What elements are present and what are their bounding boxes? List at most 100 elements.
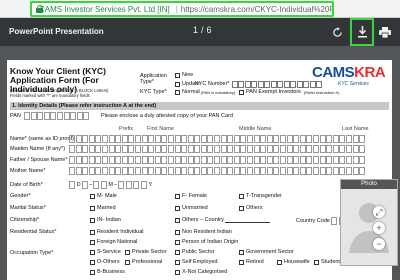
residential-label: Residential Status* bbox=[10, 229, 57, 235]
name-label: Name* (same as ID proof) bbox=[10, 136, 74, 142]
zoom-in-button[interactable]: + bbox=[373, 222, 385, 234]
res-nri[interactable]: Non Resident Indian bbox=[175, 229, 232, 235]
unmarried-label: Unmarried bbox=[182, 205, 208, 211]
site-identity[interactable]: CAMS Investor Services Pvt. Ltd [IN] bbox=[39, 5, 170, 14]
marital-unmarried[interactable]: Unmarried bbox=[175, 205, 208, 211]
occ-private[interactable]: Private Sector bbox=[125, 249, 167, 255]
res-indian[interactable]: Resident Individual bbox=[90, 229, 143, 235]
rotate-icon bbox=[332, 26, 342, 37]
occ-self[interactable]: Self Employed bbox=[175, 259, 217, 265]
occ-service[interactable]: S-Service bbox=[90, 249, 121, 255]
occ-private-label: Private Sector bbox=[132, 249, 167, 255]
occ-professional[interactable]: Professional bbox=[125, 259, 162, 265]
download-icon bbox=[357, 26, 367, 38]
photo-box: Photo bbox=[340, 179, 398, 266]
occupation-label: Occupation Type* bbox=[10, 250, 54, 256]
dob-day-sep: D bbox=[76, 182, 81, 188]
occ-retired[interactable]: Retired bbox=[239, 259, 264, 265]
checkbox[interactable] bbox=[175, 89, 180, 95]
pan-note: Please enclose a duly attested copy of y… bbox=[101, 113, 233, 119]
gender-male[interactable]: M- Male bbox=[90, 193, 117, 199]
current-page[interactable]: 1 bbox=[193, 25, 198, 35]
zoom-out-icon: − bbox=[376, 239, 382, 249]
url-field[interactable]: CAMS Investor Services Pvt. Ltd [IN] | h… bbox=[30, 1, 334, 17]
app-new-label: New bbox=[182, 72, 194, 78]
occ-public-label: Public Sector bbox=[182, 249, 215, 255]
kyc-pan-exempt-note: (Refer instruction K) bbox=[303, 89, 340, 95]
pdf-page: Know Your Client (KYC) Application Form … bbox=[7, 60, 392, 280]
app-new-option[interactable]: New bbox=[175, 72, 193, 78]
occ-retired-label: Retired bbox=[246, 259, 264, 265]
form-note2: Fields marked with "*" are mandatory fie… bbox=[10, 93, 90, 98]
logo-subtitle: KYC Services bbox=[338, 81, 369, 87]
maiden-name-label: Maiden Name (If any*) bbox=[10, 146, 66, 152]
checkbox[interactable] bbox=[175, 81, 180, 87]
occ-housewife[interactable]: Housewife bbox=[277, 259, 310, 265]
checkbox[interactable] bbox=[175, 72, 180, 78]
occ-govt[interactable]: Government Sector bbox=[239, 249, 294, 255]
gender-male-label: M- Male bbox=[97, 193, 117, 199]
father-spouse-label: Father / Spouse Name* bbox=[10, 157, 68, 163]
zoom-in-icon: + bbox=[376, 223, 382, 233]
occ-b-label: B-Business bbox=[97, 269, 125, 275]
print-button[interactable] bbox=[376, 23, 394, 41]
res-indian-label: Resident Individual bbox=[97, 229, 144, 235]
occ-self-label: Self Employed bbox=[182, 259, 218, 265]
occ-x-label: X-Not Categorised bbox=[182, 269, 228, 275]
section-identity-header: 1. Identity Details (Please refer instru… bbox=[10, 102, 389, 110]
dob-field[interactable]: D – M – Y bbox=[69, 181, 152, 189]
logo-kra: KRA bbox=[354, 64, 386, 81]
camskra-logo: CAMSKRA KYC Services bbox=[312, 64, 388, 90]
gender-transgender[interactable]: T-Transgender bbox=[239, 193, 282, 199]
maiden-input-cells[interactable] bbox=[69, 145, 387, 153]
occ-govt-label: Government Sector bbox=[246, 249, 294, 255]
occ-business[interactable]: B-Business bbox=[90, 269, 125, 275]
marital-others[interactable]: Others bbox=[239, 205, 263, 211]
occ-prof-label: Professional bbox=[132, 259, 163, 265]
res-foreign-label: Foreign National bbox=[97, 239, 138, 245]
res-nri-label: Non Resident Indian bbox=[182, 229, 232, 235]
occ-not-categorised[interactable]: X-Not Categorised bbox=[175, 269, 227, 275]
country-code-field[interactable]: Country Code bbox=[296, 217, 345, 225]
page-indicator: 1 / 6 bbox=[193, 25, 212, 35]
checkbox[interactable] bbox=[239, 89, 244, 95]
url-separator: | bbox=[175, 4, 178, 14]
zoom-out-button[interactable]: − bbox=[373, 238, 385, 250]
citizenship-indian[interactable]: IN- Indian bbox=[90, 217, 121, 223]
kyc-type-label: KYC Type* bbox=[140, 89, 167, 95]
download-button[interactable] bbox=[350, 18, 374, 46]
mother-input-cells[interactable] bbox=[69, 167, 387, 175]
marital-married[interactable]: Married bbox=[90, 205, 116, 211]
kyc-number-field[interactable]: KYC Number* bbox=[195, 81, 323, 88]
kyc-normal-option[interactable]: Normal (PAN is mandatory) bbox=[175, 89, 235, 95]
form-notes: (Please fill the form in English and in … bbox=[10, 88, 150, 98]
dob-year-sep: Y bbox=[148, 182, 153, 188]
father-input-cells[interactable] bbox=[69, 156, 387, 164]
occ-others[interactable]: O-Others bbox=[90, 259, 120, 265]
url-text[interactable]: https://camskra.com/CKYC-Individual%20Fo… bbox=[181, 5, 332, 14]
gender-trans-label: T-Transgender bbox=[246, 193, 282, 199]
gender-female[interactable]: F- Female bbox=[175, 193, 207, 199]
res-pio[interactable]: Person of Indian Origin bbox=[175, 239, 238, 245]
name-input-cells[interactable] bbox=[69, 135, 387, 143]
kyc-pan-exempt-label: PAN Exempt Investors bbox=[246, 89, 301, 95]
citizenship-label: Citizenship* bbox=[10, 217, 40, 223]
occ-student[interactable]: Student bbox=[314, 259, 340, 265]
pan-label: PAN bbox=[10, 113, 21, 119]
cit-others-label: Others – Country bbox=[182, 217, 224, 223]
occ-public[interactable]: Public Sector bbox=[175, 249, 214, 255]
citizenship-others[interactable]: Others – Country bbox=[175, 217, 270, 223]
gender-female-label: F- Female bbox=[182, 193, 208, 199]
pdf-toolbar: PowerPoint Presentation 1 / 6 bbox=[0, 18, 400, 46]
kyc-number-cells[interactable] bbox=[231, 81, 323, 88]
res-foreign[interactable]: Foreign National bbox=[90, 239, 137, 245]
gender-label: Gender* bbox=[10, 193, 31, 199]
fit-page-button[interactable]: ⤢ bbox=[373, 206, 385, 218]
col-prefix: Prefix bbox=[119, 126, 134, 132]
rotate-button[interactable] bbox=[328, 23, 346, 41]
occ-s-label: S-Service bbox=[97, 249, 121, 255]
dob-month-sep: M bbox=[108, 182, 114, 188]
col-last-name: Last Name bbox=[342, 126, 369, 132]
marital-label: Marital Status* bbox=[10, 205, 46, 211]
fit-page-icon: ⤢ bbox=[375, 207, 383, 217]
